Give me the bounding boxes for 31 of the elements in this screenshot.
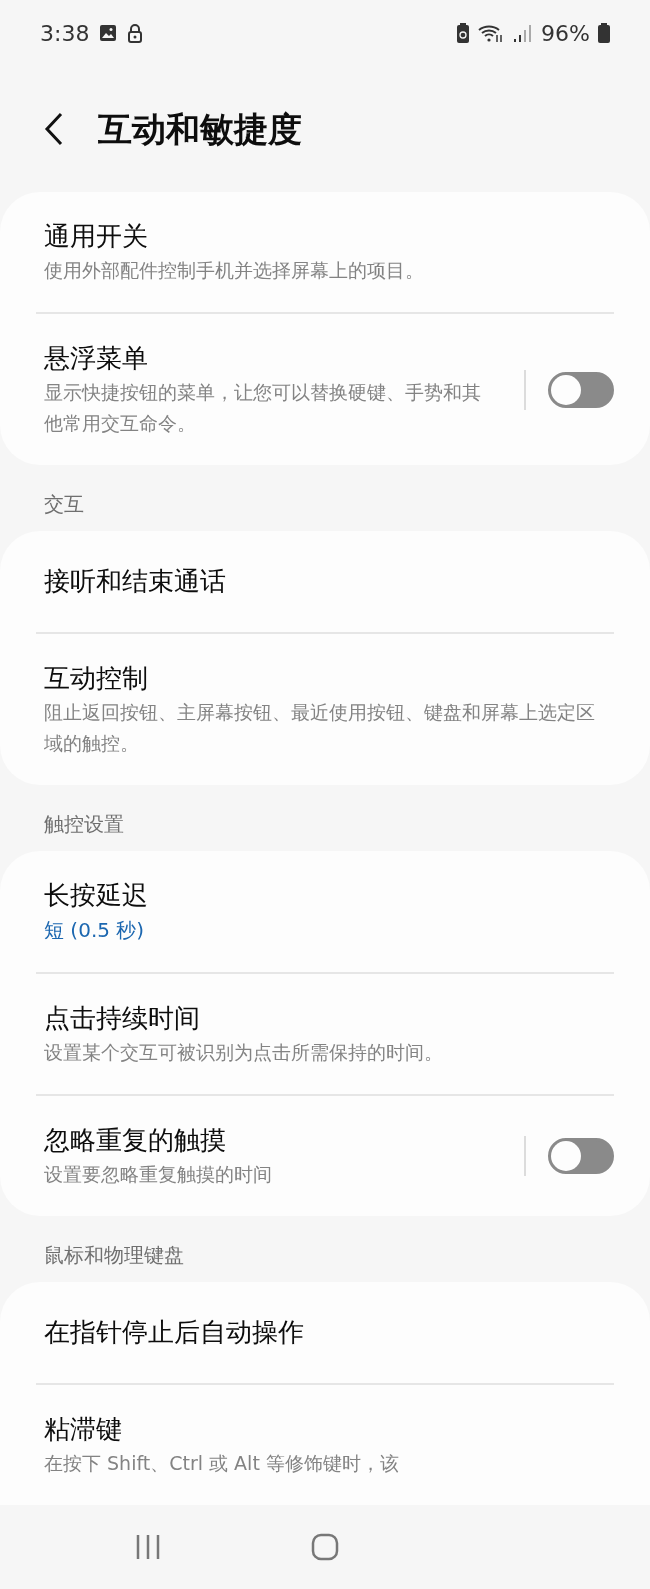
battery-percent: 96%	[541, 19, 590, 48]
setting-title[interactable]: 粘滞键	[44, 1411, 122, 1449]
setting-title[interactable]: 互动控制	[44, 660, 148, 698]
status-time: 3:38	[40, 19, 90, 48]
setting-title[interactable]: 接听和结束通话	[44, 563, 226, 601]
image-icon	[99, 24, 118, 43]
setting-description: 设置某个交互可被识别为点击所需保持的时间。	[44, 1040, 444, 1066]
setting-description: 在按下 Shift、Ctrl 或 Alt 等修饰键时，该	[44, 1451, 400, 1477]
setting-description: 设置要忽略重复触摸的时间	[44, 1162, 273, 1188]
battery-saver-icon	[457, 23, 470, 44]
lock-icon	[127, 23, 144, 44]
signal-icon	[513, 23, 534, 44]
setting-title[interactable]: 悬浮菜单	[44, 340, 148, 378]
section-header: 触控设置	[43, 811, 125, 839]
battery-icon	[598, 23, 610, 44]
setting-description: 阻止返回按钮、主屏幕按钮、最近使用按钮、键盘和屏幕上选定区域的触控。	[44, 700, 596, 757]
setting-title[interactable]: 通用开关	[44, 218, 148, 256]
setting-title[interactable]: 点击持续时间	[44, 1000, 200, 1038]
back-icon[interactable]	[44, 112, 64, 147]
section-header: 交互	[43, 491, 85, 519]
setting-description: 显示快捷按钮的菜单，让您可以替换硬键、手势和其他常用交互命令。	[44, 380, 482, 437]
setting-title[interactable]: 在指针停止后自动操作	[44, 1314, 304, 1352]
page-title: 互动和敏捷度	[98, 107, 302, 151]
section-header: 鼠标和物理键盘	[43, 1242, 185, 1270]
home-icon[interactable]	[311, 1533, 339, 1562]
setting-description: 使用外部配件控制手机并选择屏幕上的项目。	[44, 258, 425, 284]
setting-value: 短 (0.5 秒)	[44, 917, 145, 945]
toggle-switch[interactable]	[548, 1138, 614, 1175]
toggle-switch[interactable]	[548, 371, 614, 408]
setting-title[interactable]: 长按延迟	[44, 877, 148, 915]
setting-title[interactable]: 忽略重复的触摸	[44, 1122, 226, 1160]
